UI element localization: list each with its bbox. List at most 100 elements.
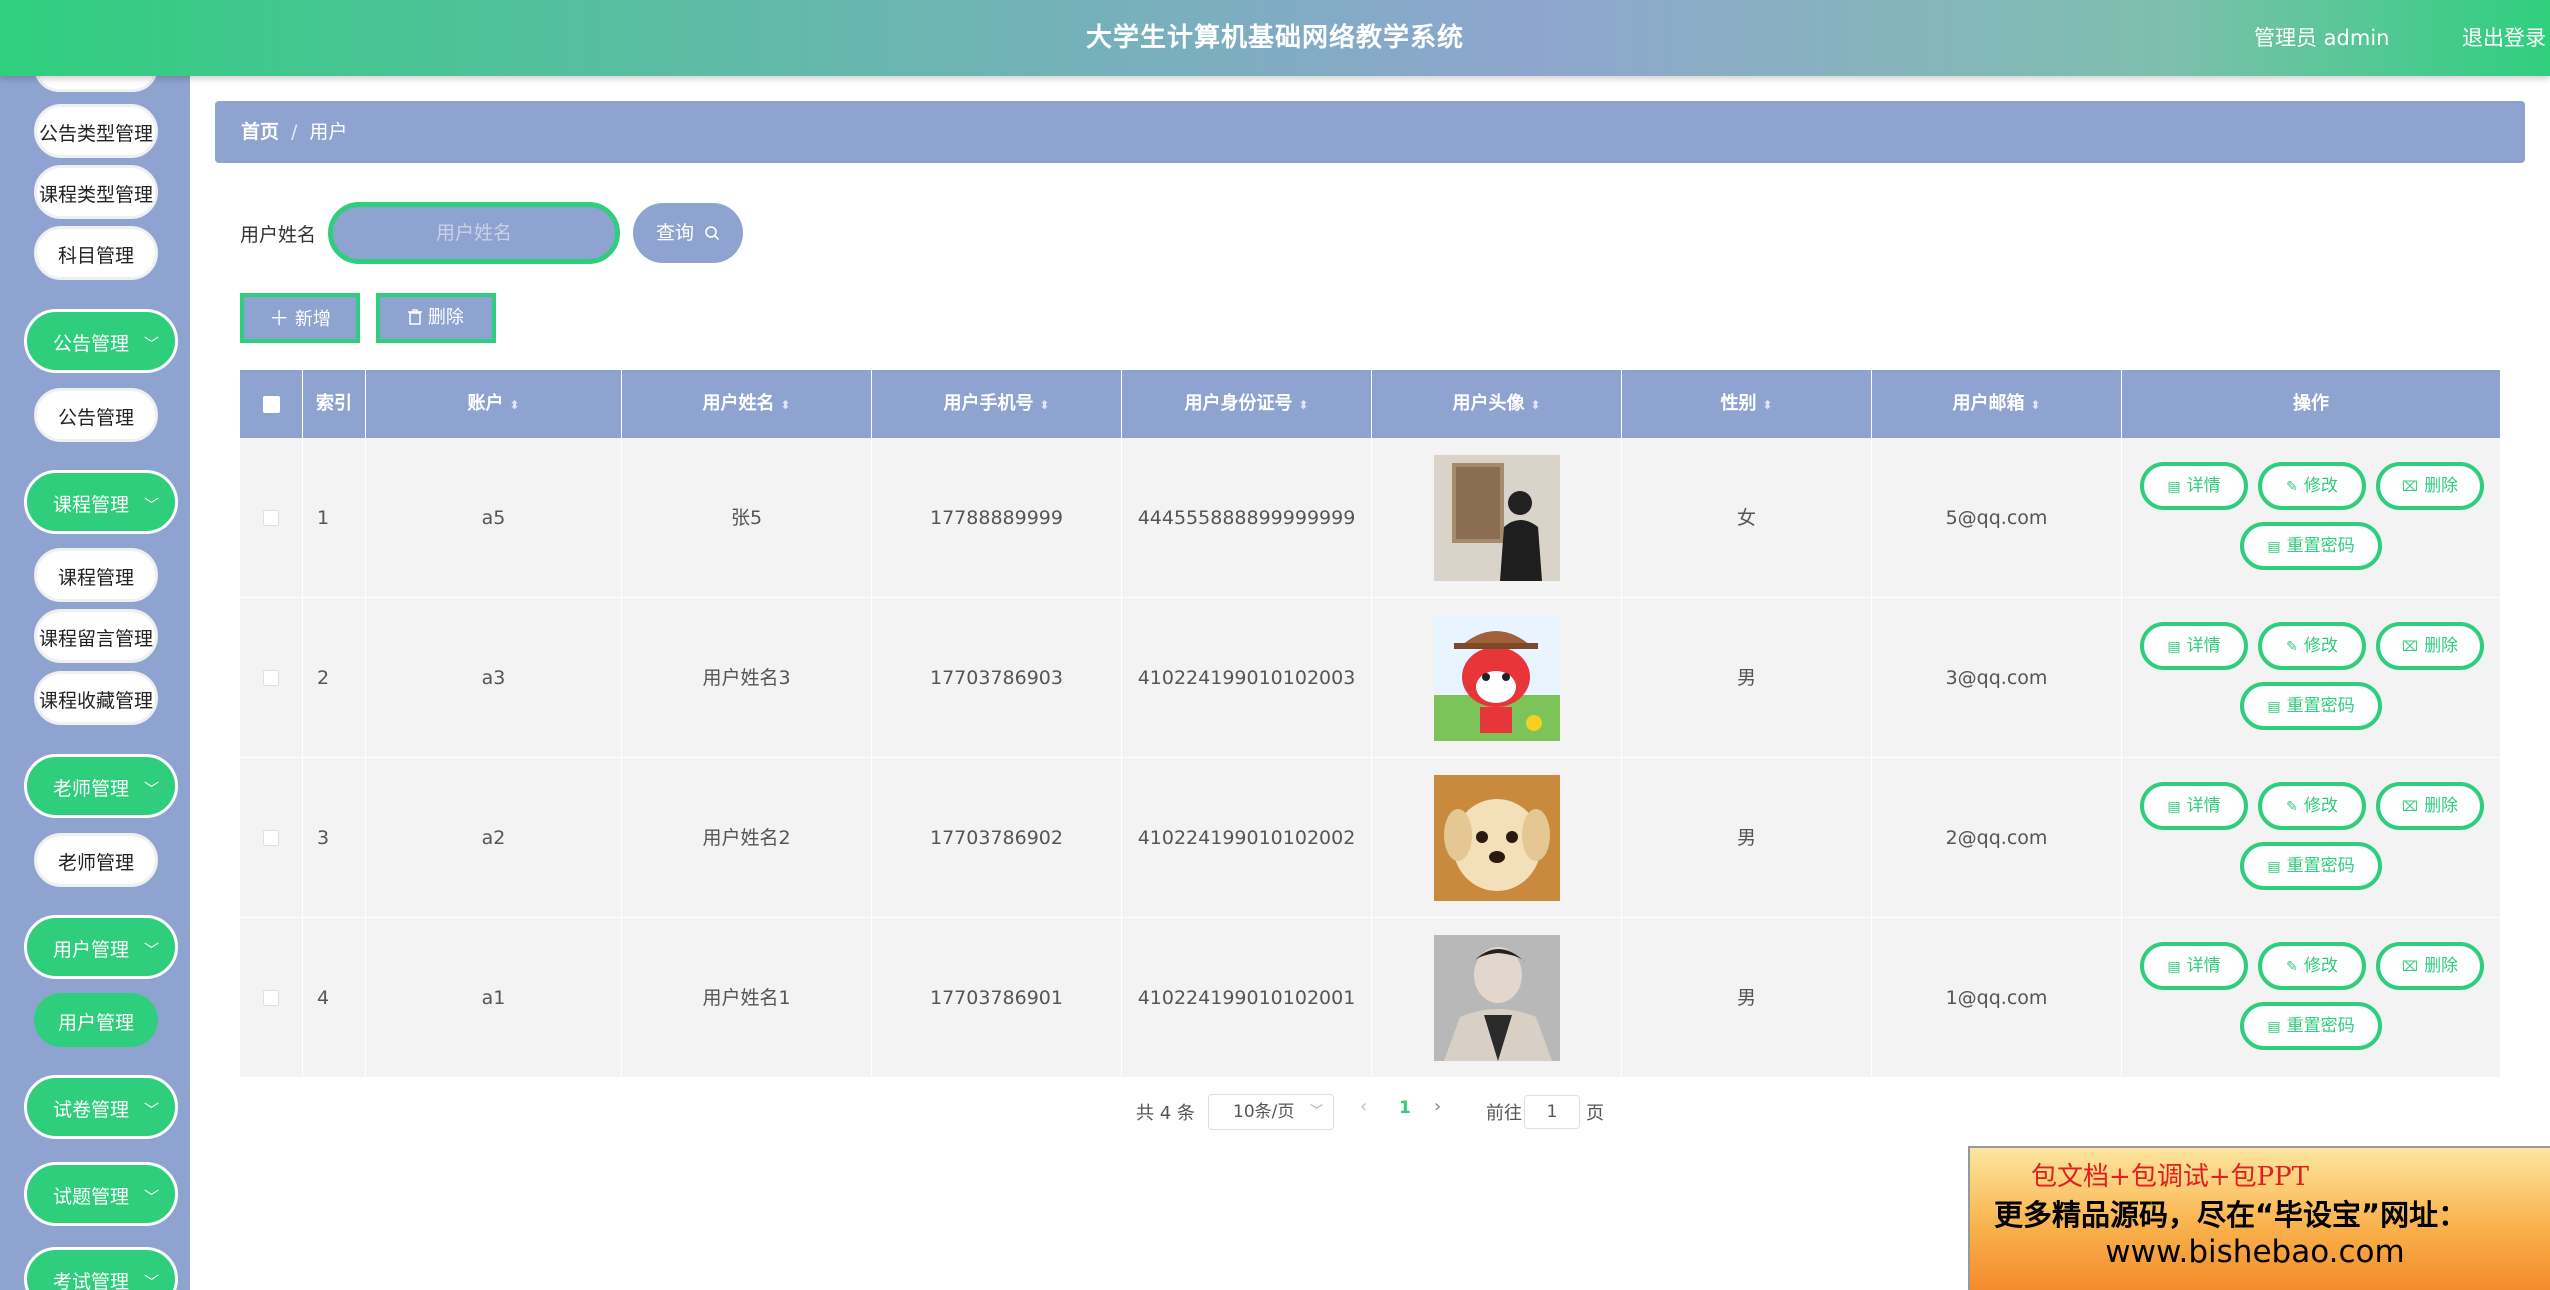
row-checkbox[interactable] xyxy=(263,670,279,686)
add-button[interactable]: ＋ 新增 xyxy=(240,293,360,343)
sort-icon[interactable]: ⬍ xyxy=(1762,398,1772,412)
col-idcard[interactable]: 用户身份证号 ⬍ xyxy=(1122,370,1372,438)
row-checkbox[interactable] xyxy=(263,990,279,1006)
col-avatar[interactable]: 用户头像 ⬍ xyxy=(1372,370,1622,438)
row-select-cell xyxy=(240,758,303,918)
sidebar-item-notice-type[interactable]: 公告类型管理 xyxy=(34,104,158,158)
document-icon: ▤ xyxy=(2167,639,2181,655)
actions-cell: ▤ 详情 ✎ 修改 ⌧ 删除 ▤ 重置密码 xyxy=(2122,758,2500,918)
delete-button[interactable]: ⌧ 删除 xyxy=(2376,462,2484,510)
row-checkbox[interactable] xyxy=(263,830,279,846)
cell-phone: 17703786901 xyxy=(872,918,1122,1078)
plus-icon: ＋ xyxy=(269,306,290,330)
detail-button-label: 详情 xyxy=(2186,796,2221,816)
sidebar: 公告类型管理 课程类型管理 科目管理 公告管理 ﹀ 公告管理 课程管理 ﹀ 课程管理… xyxy=(0,76,190,1290)
sidebar-item-course-comment[interactable]: 课程留言管理 xyxy=(34,609,158,663)
actions-cell: ▤ 详情 ✎ 修改 ⌧ 删除 ▤ 重置密码 xyxy=(2122,598,2500,758)
cell-email: 5@qq.com xyxy=(1872,438,2122,598)
chevron-down-icon: ﹀ xyxy=(143,335,159,353)
detail-button[interactable]: ▤ 详情 xyxy=(2140,622,2248,670)
document-icon: ▤ xyxy=(2167,959,2181,975)
logout-link[interactable]: 退出登录 xyxy=(2462,0,2546,76)
sidebar-group-teacher[interactable]: 老师管理 ﹀ xyxy=(24,754,178,818)
cell-phone: 17788889999 xyxy=(872,438,1122,598)
page-number[interactable]: 1 xyxy=(1399,1098,1411,1118)
trash-icon: ⌧ xyxy=(2401,479,2419,495)
sort-icon[interactable]: ⬍ xyxy=(780,398,790,412)
bulk-delete-button[interactable]: 删除 xyxy=(376,293,496,343)
next-page-button[interactable]: › xyxy=(1434,1096,1441,1117)
delete-button-label: 删除 xyxy=(2424,476,2459,496)
sort-icon[interactable]: ⬍ xyxy=(1530,398,1540,412)
row-checkbox[interactable] xyxy=(263,510,279,526)
page-size-value: 10条/页 xyxy=(1233,1102,1295,1122)
sidebar-group-user[interactable]: 用户管理 ﹀ xyxy=(24,915,178,979)
sidebar-item-course[interactable]: 课程管理 xyxy=(34,548,158,602)
cell-email: 3@qq.com xyxy=(1872,598,2122,758)
edit-button-label: 修改 xyxy=(2303,476,2338,496)
sidebar-group-notice[interactable]: 公告管理 ﹀ xyxy=(24,309,178,373)
cell-index: 3 xyxy=(303,758,366,918)
chevron-down-icon: ﹀ xyxy=(143,1273,159,1290)
col-name[interactable]: 用户姓名 ⬍ xyxy=(622,370,872,438)
search-icon xyxy=(705,226,720,241)
chevron-down-icon: ﹀ xyxy=(143,780,159,798)
cell-index: 2 xyxy=(303,598,366,758)
sidebar-item-course-type[interactable]: 课程类型管理 xyxy=(34,165,158,219)
sidebar-item-teacher[interactable]: 老师管理 xyxy=(34,833,158,887)
search-input[interactable]: 用户姓名 xyxy=(328,202,620,264)
delete-button[interactable]: ⌧ 删除 xyxy=(2376,622,2484,670)
sidebar-group-course[interactable]: 课程管理 ﹀ xyxy=(24,470,178,534)
search-button[interactable]: 查询 xyxy=(633,203,743,263)
cell-gender: 男 xyxy=(1622,918,1872,1078)
sidebar-item-partial[interactable] xyxy=(34,76,158,92)
edit-button[interactable]: ✎ 修改 xyxy=(2258,622,2366,670)
col-phone[interactable]: 用户手机号 ⬍ xyxy=(872,370,1122,438)
edit-button[interactable]: ✎ 修改 xyxy=(2258,782,2366,830)
document-icon: ▤ xyxy=(2267,859,2281,875)
goto-input[interactable]: 1 xyxy=(1524,1095,1580,1129)
col-email[interactable]: 用户邮箱 ⬍ xyxy=(1872,370,2122,438)
sort-icon[interactable]: ⬍ xyxy=(2030,398,2040,412)
table-row: 4 a1 用户姓名1 17703786901 410224199010102001 男 1@… xyxy=(240,918,2500,1078)
trash-icon: ⌧ xyxy=(2401,639,2419,655)
sort-icon[interactable]: ⬍ xyxy=(1298,398,1308,412)
ad-url: www.bishebao.com xyxy=(2105,1234,2405,1270)
breadcrumb-home[interactable]: 首页 xyxy=(241,121,279,143)
sidebar-group-paper[interactable]: 试卷管理 ﹀ xyxy=(24,1075,178,1139)
sort-icon[interactable]: ⬍ xyxy=(1039,398,1049,412)
cell-gender: 男 xyxy=(1622,598,1872,758)
ad-banner[interactable]: 包文档+包调试+包PPT 更多精品源码，尽在“毕设宝”网址： www.bishe… xyxy=(1968,1146,2550,1290)
edit-button[interactable]: ✎ 修改 xyxy=(2258,942,2366,990)
page-size-select[interactable]: 10条/页 ﹀ xyxy=(1208,1094,1334,1130)
sidebar-item-user[interactable]: 用户管理 xyxy=(34,993,158,1047)
edit-button[interactable]: ✎ 修改 xyxy=(2258,462,2366,510)
cell-index: 1 xyxy=(303,438,366,598)
chevron-down-icon: ﹀ xyxy=(143,1101,159,1119)
select-all-checkbox[interactable] xyxy=(263,396,280,413)
reset-password-button[interactable]: ▤ 重置密码 xyxy=(2240,522,2382,570)
detail-button[interactable]: ▤ 详情 xyxy=(2140,782,2248,830)
sidebar-item-notice[interactable]: 公告管理 xyxy=(34,388,158,442)
actions-cell: ▤ 详情 ✎ 修改 ⌧ 删除 ▤ 重置密码 xyxy=(2122,438,2500,598)
col-account[interactable]: 账户 ⬍ xyxy=(366,370,622,438)
prev-page-button[interactable]: ‹ xyxy=(1360,1096,1367,1117)
document-icon: ▤ xyxy=(2267,539,2281,555)
delete-button[interactable]: ⌧ 删除 xyxy=(2376,782,2484,830)
reset-password-button[interactable]: ▤ 重置密码 xyxy=(2240,1002,2382,1050)
detail-button[interactable]: ▤ 详情 xyxy=(2140,462,2248,510)
sidebar-item-course-favorite[interactable]: 课程收藏管理 xyxy=(34,671,158,725)
reset-password-button[interactable]: ▤ 重置密码 xyxy=(2240,682,2382,730)
sidebar-item-subject[interactable]: 科目管理 xyxy=(34,226,158,280)
col-gender[interactable]: 性别 ⬍ xyxy=(1622,370,1872,438)
sort-icon[interactable]: ⬍ xyxy=(509,398,519,412)
sidebar-group-exam[interactable]: 考试管理 ﹀ xyxy=(24,1247,178,1290)
cell-phone: 17703786903 xyxy=(872,598,1122,758)
col-index: 索引 xyxy=(303,370,366,438)
sidebar-group-question[interactable]: 试题管理 ﹀ xyxy=(24,1162,178,1226)
cell-account: a3 xyxy=(366,598,622,758)
delete-button[interactable]: ⌧ 删除 xyxy=(2376,942,2484,990)
reset-password-button[interactable]: ▤ 重置密码 xyxy=(2240,842,2382,890)
detail-button[interactable]: ▤ 详情 xyxy=(2140,942,2248,990)
breadcrumb-current: 用户 xyxy=(309,121,348,143)
